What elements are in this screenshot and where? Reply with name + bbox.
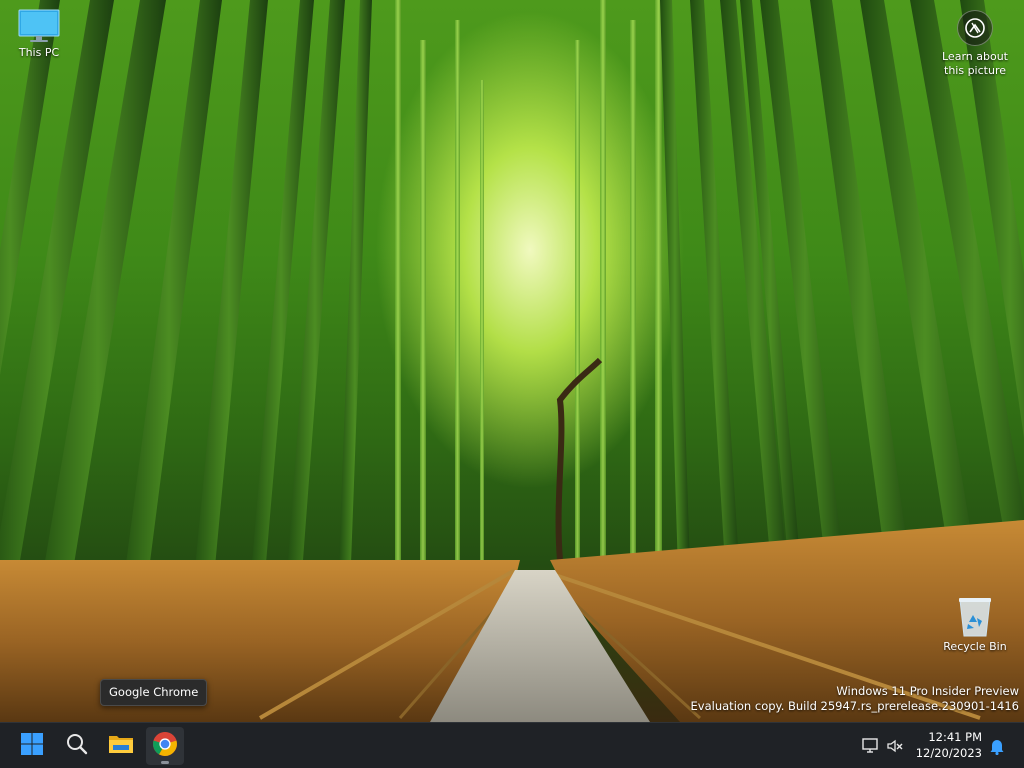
learn-about-label-line1: Learn about xyxy=(942,50,1008,63)
windows-start-icon xyxy=(20,732,44,760)
chrome-button[interactable] xyxy=(146,727,184,765)
folder-icon xyxy=(108,733,134,759)
desktop-icon-this-pc[interactable]: This PC xyxy=(0,8,78,60)
watermark-line1: Windows 11 Pro Insider Preview xyxy=(836,684,1019,698)
learn-about-label-line2: this picture xyxy=(944,64,1006,77)
desktop-wallpaper xyxy=(0,0,1024,722)
clock-date: 12/20/2023 xyxy=(915,746,982,760)
taskbar: 12:41 PM 12/20/2023 xyxy=(0,722,1024,768)
watermark-line2: Evaluation copy. Build 25947.rs_prerelea… xyxy=(690,699,1019,713)
recycle-bin-icon xyxy=(955,596,995,638)
network-icon[interactable] xyxy=(860,735,882,757)
camera-info-icon xyxy=(957,10,993,46)
search-button[interactable] xyxy=(58,727,96,765)
start-button[interactable] xyxy=(13,727,51,765)
file-explorer-button[interactable] xyxy=(102,727,140,765)
chrome-icon xyxy=(152,731,178,761)
volume-muted-icon[interactable] xyxy=(884,735,906,757)
desktop-icon-label: This PC xyxy=(18,46,60,59)
taskbar-clock[interactable]: 12:41 PM 12/20/2023 xyxy=(908,729,982,761)
learn-about-this-picture[interactable]: Learn about this picture xyxy=(930,10,1020,78)
bell-icon[interactable] xyxy=(986,735,1008,757)
this-pc-icon xyxy=(18,8,60,44)
windows-evaluation-watermark: Windows 11 Pro Insider Preview Evaluatio… xyxy=(691,684,1019,714)
desktop-icon-label: Recycle Bin xyxy=(943,640,1007,653)
search-icon xyxy=(65,732,89,760)
desktop-icon-recycle-bin[interactable]: Recycle Bin xyxy=(936,596,1014,654)
taskbar-tooltip: Google Chrome xyxy=(100,679,208,706)
clock-time: 12:41 PM xyxy=(928,730,982,744)
bamboo-forest-image xyxy=(0,0,1024,722)
